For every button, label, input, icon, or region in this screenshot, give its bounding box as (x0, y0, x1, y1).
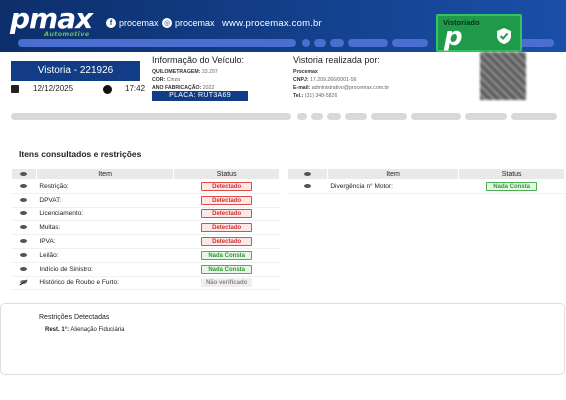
company-name: Procemax (293, 69, 318, 75)
restriction-item: Rest. 1°: Alienação Fiduciária (45, 327, 125, 333)
procemax-logo: pmax Automotive (10, 2, 93, 39)
status-badge: Detectado (201, 209, 253, 219)
item-label: Divergência n° Motor: (327, 179, 459, 194)
item-column-header: Item (35, 168, 175, 180)
eye-icon[interactable] (303, 183, 311, 188)
table-row: Licenciamento: Detectado (11, 207, 280, 222)
item-label: IPVA: (36, 234, 174, 249)
table-row: Restrição: Detectado (11, 179, 280, 194)
instagram-icon: ◎ (162, 18, 172, 28)
restrictions-panel: Restrições Detectadas Rest. 1°: Alienaçã… (0, 303, 565, 375)
date-time-row: 12/12/2025 17:42 (11, 84, 146, 96)
license-plate-badge: PLACA: RUT3A69 (152, 91, 248, 101)
eye-icon[interactable] (20, 211, 28, 216)
item-label: Histórico de Roubo e Furto: (36, 276, 174, 291)
vistoriado-badge: Vistoriado p (436, 14, 522, 52)
qr-code-image (480, 52, 526, 100)
eye-column-header (11, 168, 37, 180)
vistoria-date: 12/12/2025 (33, 84, 74, 93)
logo-subtitle: Automotive (44, 30, 90, 38)
color-row: COR: Cinza (152, 77, 180, 83)
shield-check-icon (497, 28, 511, 44)
calendar-icon (11, 85, 19, 93)
table-row: Indício de Sinistro: Nada Consta (11, 262, 280, 277)
status-badge: Nada Consta (486, 181, 538, 191)
status-badge: Detectado (201, 195, 253, 205)
eye-icon[interactable] (20, 239, 28, 244)
table-row: DPVAT: Detectado (11, 193, 280, 208)
status-column-header: Status (173, 168, 280, 180)
table-row: Leilão: Nada Consta (11, 248, 280, 263)
item-label: Leilão: (36, 248, 174, 263)
email-row: E-mail: administrativo@procemax.com.br (293, 85, 390, 91)
phone-row: Tel.: (31) 348-5826 (293, 93, 338, 99)
table-row: IPVA: Detectado (11, 234, 280, 249)
eye-icon[interactable] (20, 252, 28, 257)
table-row: Histórico de Roubo e Furto: Não verifica… (11, 276, 280, 291)
vistoria-number-box: Vistoria - 221926 (11, 61, 140, 81)
logo-wordmark: pmax (10, 2, 93, 35)
vistoria-time: 17:42 (125, 84, 146, 93)
items-table-right: Item Status Divergência n° Motor: Nada C… (287, 168, 565, 194)
inspector-info-title: Vistoria realizada por: (293, 55, 380, 65)
eye-icon[interactable] (20, 266, 28, 271)
item-label: Licenciamento: (36, 207, 174, 222)
restrictions-title: Restrições Detectadas (39, 314, 110, 321)
table-row: Divergência n° Motor: Nada Consta (287, 179, 565, 194)
instagram-handle: procemax (175, 18, 215, 28)
section-title: Itens consultados e restrições (19, 149, 142, 159)
page-header: pmax Automotive f procemax ◎ procemax ww… (0, 0, 566, 52)
item-column-header: Item (326, 168, 460, 180)
vehicle-info: Informação do Veículo: QUILOMETRAGEM: 33… (152, 55, 282, 92)
item-label: Multas: (36, 220, 174, 236)
facebook-handle: procemax (119, 18, 159, 28)
item-label: DPVAT: (36, 193, 174, 208)
table-row: Multas: Detectado (11, 220, 280, 236)
eye-slash-icon (20, 280, 28, 285)
eye-icon (20, 171, 28, 176)
badge-p-letter: p (444, 22, 463, 52)
status-column-header: Status (458, 168, 565, 180)
status-badge: Não verificado (201, 278, 253, 288)
item-label: Restrição: (36, 179, 174, 194)
cnpj-row: CNPJ: 17.209.266/0001-56 (293, 77, 357, 83)
status-badge: Nada Consta (201, 264, 253, 274)
status-badge: Detectado (201, 237, 253, 247)
eye-icon[interactable] (20, 183, 28, 188)
item-label: Indício de Sinistro: (36, 262, 174, 277)
status-badge: Detectado (201, 181, 253, 191)
eye-icon[interactable] (20, 225, 28, 230)
separator-bar (11, 113, 561, 120)
eye-icon (303, 171, 311, 176)
facebook-link[interactable]: f procemax (106, 18, 159, 28)
instagram-link[interactable]: ◎ procemax (162, 18, 215, 28)
vehicle-info-title: Informação do Veículo: (152, 55, 245, 65)
eye-icon[interactable] (20, 197, 28, 202)
status-badge: Detectado (201, 223, 253, 233)
facebook-icon: f (106, 18, 116, 28)
inspector-info: Vistoria realizada por: Procemax CNPJ: 1… (293, 55, 473, 100)
eye-column-header (287, 168, 328, 180)
items-table-left: Item Status Restrição: Detectado DPVAT: … (11, 168, 280, 291)
mileage-row: QUILOMETRAGEM: 33.297 (152, 69, 218, 75)
website-link[interactable]: www.procemax.com.br (222, 18, 322, 29)
status-badge: Nada Consta (201, 250, 253, 260)
clock-icon (103, 85, 112, 94)
